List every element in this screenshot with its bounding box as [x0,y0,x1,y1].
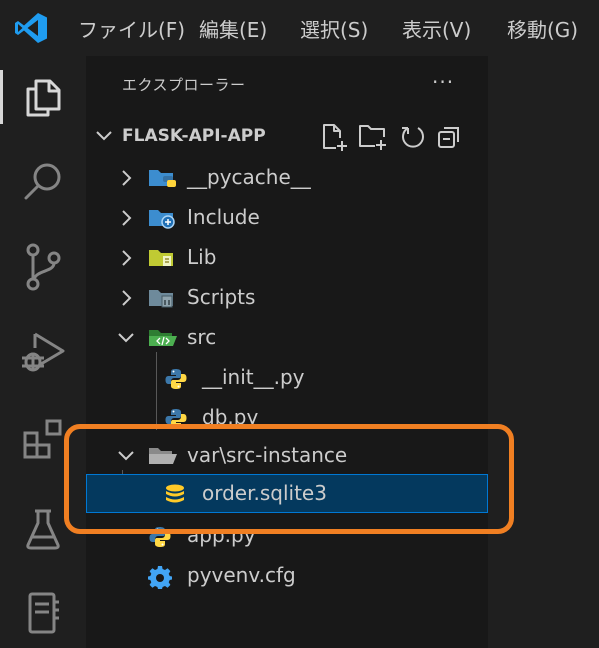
refresh-icon[interactable] [400,124,426,150]
lib-folder-icon [149,250,173,266]
src-folder-open-icon [149,330,177,346]
files-icon [26,79,61,117]
tree-folder-pycache[interactable]: __pycache__ [86,158,488,197]
project-section-header[interactable]: FLASK-API-APP [86,116,488,156]
run-debug-icon [22,332,65,372]
menu-go[interactable]: 移動(G) [507,14,578,43]
tree-folder-src[interactable]: src [86,318,488,357]
tree-folder-lib[interactable]: Lib [86,238,488,277]
tree-file-init-py[interactable]: __init__.py [86,358,488,397]
tree-item-label: Include [187,205,260,229]
chevron-right-icon [122,170,132,186]
activity-search[interactable] [0,148,86,214]
chevron-down-icon [96,131,112,141]
menu-edit[interactable]: 編集(E) [199,14,267,43]
chevron-right-icon [122,250,132,266]
notebook-icon [28,592,59,634]
tree-item-label: __init__.py [202,365,305,389]
tree-file-pyvenv-cfg[interactable]: pyvenv.cfg [86,556,488,595]
chevron-down-icon [118,333,134,343]
explorer-actions [316,122,476,152]
activity-explorer[interactable] [0,64,86,130]
explorer-sidebar: エクスプローラー ··· FLASK-API-APP __pycache__ I… [86,56,488,648]
more-actions-button[interactable]: ··· [432,70,454,94]
activity-run-debug[interactable] [0,318,86,384]
chevron-right-icon [122,290,132,306]
tree-item-label: __pycache__ [187,165,311,189]
new-file-icon[interactable] [320,122,348,152]
new-folder-icon[interactable] [358,122,388,152]
chevron-right-icon [122,210,132,226]
vscode-logo-icon[interactable] [14,12,48,44]
menu-selection[interactable]: 選択(S) [300,14,368,43]
tree-item-label: src [187,325,217,349]
gear-icon [148,566,172,589]
collapse-all-icon[interactable] [436,124,462,150]
editor-area [488,56,599,648]
tree-item-label: Lib [187,245,217,269]
menu-view[interactable]: 表示(V) [402,14,471,43]
menu-file[interactable]: ファイル(F) [78,14,185,43]
python-file-icon [165,369,187,389]
python-folder-icon [149,170,176,187]
annotation-highlight-box [64,424,514,534]
activity-source-control[interactable] [0,234,86,300]
source-control-icon [26,243,61,291]
activity-bar [0,56,86,648]
tree-item-label: Scripts [187,285,256,309]
extensions-icon [23,419,62,459]
explorer-title: エクスプローラー [122,76,246,94]
project-name: FLASK-API-APP [122,126,266,146]
activity-notebook[interactable] [0,580,86,646]
beaker-icon [26,509,60,550]
tree-item-label: pyvenv.cfg [187,563,296,587]
include-folder-icon [149,210,175,229]
title-menu-bar: ファイル(F) 編集(E) 選択(S) 表示(V) 移動(G) [0,0,599,56]
search-icon [24,163,61,200]
scripts-folder-icon [149,290,173,308]
tree-folder-include[interactable]: Include [86,198,488,237]
tree-folder-scripts[interactable]: Scripts [86,278,488,317]
